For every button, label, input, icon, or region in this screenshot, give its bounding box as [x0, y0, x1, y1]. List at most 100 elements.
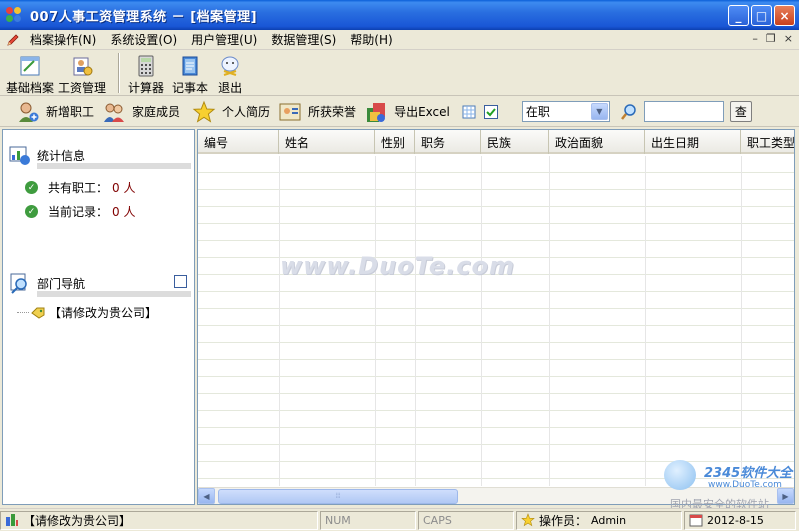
honor-icon — [279, 103, 301, 120]
operator-label: 操作员： — [539, 513, 588, 528]
resume-label: 个人简历 — [222, 105, 271, 119]
total-employees: ✓ 共有职工： 0 人 — [25, 179, 135, 196]
status-caps: CAPS — [418, 510, 514, 530]
minimize-button[interactable]: _ — [728, 5, 749, 26]
query-button[interactable]: 查 — [729, 101, 752, 122]
grid-column-line — [741, 156, 742, 486]
dept-search-icon — [10, 273, 27, 294]
grid-header: 编号 姓名 性别 职务 民族 政治面貌 出生日期 职工类型 — [198, 130, 794, 154]
family-label: 家庭成员 — [132, 105, 181, 119]
status-bar: 【请修改为贵公司】 NUM CAPS 操作员： Admin 2012-8-15 — [0, 508, 799, 531]
scroll-thumb[interactable]: ⦙⦙⦙ — [218, 489, 458, 504]
honor-button[interactable]: 所获荣誉 — [278, 100, 356, 124]
tree-item-label: 【请修改为贵公司】 — [49, 306, 158, 320]
grid-view-icon[interactable] — [462, 105, 476, 119]
column-header-birthdate[interactable]: 出生日期 — [645, 130, 741, 154]
column-header-id[interactable]: 编号 — [198, 130, 279, 154]
mdi-close-button[interactable]: × — [784, 32, 793, 45]
current-value: 0 人 — [112, 205, 136, 219]
export-excel-button[interactable]: 导出Excel — [364, 100, 450, 124]
stats-title: 统计信息 — [37, 148, 86, 163]
chevron-down-icon[interactable]: ▼ — [590, 103, 608, 120]
status-company: 【请修改为贵公司】 — [0, 510, 318, 530]
export-excel-label: 导出Excel — [394, 105, 450, 119]
check-icon: ✓ — [25, 181, 38, 194]
column-header-ethnicity[interactable]: 民族 — [481, 130, 549, 154]
close-button[interactable]: × — [774, 5, 795, 26]
scroll-left-icon[interactable]: ◀ — [198, 488, 215, 504]
window-title: 007人事工资管理系统 － [档案管理] — [30, 9, 258, 25]
calendar-icon — [689, 514, 703, 527]
notepad-button[interactable]: 记事本 — [172, 51, 208, 96]
watermark-text: www.DuoTe.com — [280, 252, 515, 280]
honor-label: 所获荣誉 — [308, 105, 357, 119]
dept-expand-checkbox[interactable] — [174, 275, 187, 288]
exit-button[interactable]: 退出 — [218, 51, 242, 96]
watermark-brand: 2345软件大全 — [704, 466, 793, 481]
status-date: 2012-8-15 — [684, 510, 796, 530]
menu-bar: 档案操作(N) 系统设置(O) 用户管理(U) 数据管理(S) 帮助(H) – … — [0, 30, 799, 50]
column-header-type[interactable]: 职工类型 — [741, 130, 794, 154]
notepad-icon — [182, 56, 198, 76]
grid-column-line — [645, 156, 646, 486]
grid-column-line — [549, 156, 550, 486]
check-icon: ✓ — [25, 205, 38, 218]
employee-grid[interactable]: 编号 姓名 性别 职务 民族 政治面貌 出生日期 职工类型 ◀ ⦙⦙⦙ ▶ — [197, 129, 795, 505]
dept-title: 部门导航 — [37, 276, 86, 291]
column-header-political[interactable]: 政治面貌 — [549, 130, 645, 154]
toolbar-separator — [118, 53, 121, 93]
menu-user-management[interactable]: 用户管理(U) — [185, 31, 265, 48]
total-value: 0 人 — [112, 181, 136, 195]
salary-icon — [73, 57, 93, 76]
grid-body — [198, 156, 794, 486]
excel-icon — [367, 102, 386, 122]
checkbox-icon[interactable] — [483, 104, 498, 119]
sub-toolbar: 新增职工 家庭成员 个人简历 所获荣誉 导出Excel 在职 ▼ 查 — [0, 97, 799, 127]
maximize-button[interactable]: □ — [751, 5, 772, 26]
pencil-icon — [7, 33, 19, 46]
salary-button[interactable]: 工资管理 — [58, 51, 106, 96]
app-icon — [6, 7, 24, 23]
add-employee-button[interactable]: 新增职工 — [16, 100, 94, 124]
employment-status-select[interactable]: 在职 ▼ — [521, 101, 610, 122]
column-header-position[interactable]: 职务 — [415, 130, 481, 154]
mdi-restore-button[interactable]: ❐ — [766, 32, 776, 45]
menu-data-management[interactable]: 数据管理(S) — [265, 31, 344, 48]
column-header-name[interactable]: 姓名 — [279, 130, 375, 154]
left-panel: 统计信息 ✓ 共有职工： 0 人 ✓ 当前记录： 0 人 部门导航 【请修改为贵… — [2, 129, 195, 505]
exit-label: 退出 — [218, 81, 243, 95]
column-header-gender[interactable]: 性别 — [375, 130, 415, 154]
calculator-button[interactable]: 计算器 — [128, 51, 164, 96]
resume-button[interactable]: 个人简历 — [192, 100, 270, 124]
status-company-text: 【请修改为贵公司】 — [23, 513, 132, 528]
archive-button[interactable]: 基础档案 — [6, 51, 54, 96]
search-icon[interactable] — [620, 103, 638, 121]
menu-archive-ops[interactable]: 档案操作(N) — [24, 31, 104, 48]
family-button[interactable]: 家庭成员 — [102, 100, 180, 124]
menu-system-settings[interactable]: 系统设置(O) — [104, 31, 185, 48]
family-icon — [104, 103, 125, 122]
calculator-label: 计算器 — [128, 81, 165, 95]
tree-item-company[interactable]: 【请修改为贵公司】 — [17, 304, 157, 321]
stats-divider — [37, 163, 191, 169]
title-bar: 007人事工资管理系统 － [档案管理] _ □ × — [0, 0, 799, 30]
add-employee-label: 新增职工 — [46, 105, 95, 119]
total-label: 共有职工： — [48, 181, 109, 195]
menu-help[interactable]: 帮助(H) — [344, 31, 400, 48]
tree-connector — [17, 312, 29, 313]
mascot-icon — [664, 460, 696, 490]
stats-icon — [9, 146, 30, 165]
grid-column-line — [279, 156, 280, 486]
tag-icon — [31, 307, 45, 319]
mdi-minimize-button[interactable]: – — [752, 32, 758, 45]
star-icon — [521, 513, 535, 527]
star-icon — [192, 100, 216, 123]
search-input[interactable] — [643, 101, 724, 122]
salary-label: 工资管理 — [58, 81, 107, 95]
status-num: NUM — [320, 510, 416, 530]
dept-divider — [37, 291, 191, 297]
archive-icon — [20, 56, 40, 76]
archive-label: 基础档案 — [6, 81, 55, 95]
caps-indicator: CAPS — [423, 513, 452, 527]
watermark-url: www.DuoTe.com — [708, 480, 782, 490]
